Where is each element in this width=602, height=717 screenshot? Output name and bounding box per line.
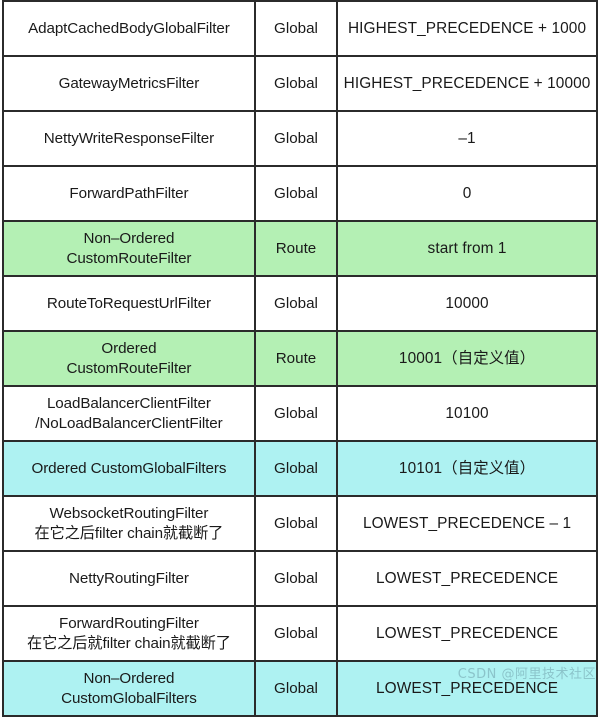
table-row: Ordered CustomRouteFilter Route 10001（自定… xyxy=(2,330,598,387)
cell-filter-order: start from 1 xyxy=(336,220,598,277)
cell-filter-order: LOWEST_PRECEDENCE xyxy=(336,550,598,607)
cell-filter-name: ForwardRoutingFilter 在它之后就filter chain就截… xyxy=(2,605,256,662)
cell-filter-order: 0 xyxy=(336,165,598,222)
cell-filter-order: 10000 xyxy=(336,275,598,332)
table-row: NettyWriteResponseFilter Global –1 xyxy=(2,110,598,167)
table-row: NettyRoutingFilter Global LOWEST_PRECEDE… xyxy=(2,550,598,607)
cell-filter-name: ForwardPathFilter xyxy=(2,165,256,222)
cell-filter-order: –1 xyxy=(336,110,598,167)
cell-filter-scope: Global xyxy=(253,660,339,717)
cell-filter-scope: Route xyxy=(253,220,339,277)
cell-filter-name: NettyRoutingFilter xyxy=(2,550,256,607)
cell-filter-scope: Global xyxy=(253,55,339,112)
table-row: Ordered CustomGlobalFilters Global 10101… xyxy=(2,440,598,497)
filter-order-table-container: AdaptCachedBodyGlobalFilter Global HIGHE… xyxy=(0,0,602,717)
cell-filter-name: GatewayMetricsFilter xyxy=(2,55,256,112)
cell-filter-name: RouteToRequestUrlFilter xyxy=(2,275,256,332)
cell-filter-name: LoadBalancerClientFilter /NoLoadBalancer… xyxy=(2,385,256,442)
table-row: Non–Ordered CustomGlobalFilters Global L… xyxy=(2,660,598,717)
table-body: AdaptCachedBodyGlobalFilter Global HIGHE… xyxy=(2,0,598,717)
table-row: Non–Ordered CustomRouteFilter Route star… xyxy=(2,220,598,277)
filter-order-table: AdaptCachedBodyGlobalFilter Global HIGHE… xyxy=(2,0,598,717)
cell-filter-scope: Global xyxy=(253,0,339,57)
cell-filter-name: Non–Ordered CustomRouteFilter xyxy=(2,220,256,277)
cell-filter-name: AdaptCachedBodyGlobalFilter xyxy=(2,0,256,57)
table-row: WebsocketRoutingFilter 在它之后filter chain就… xyxy=(2,495,598,552)
cell-filter-name: WebsocketRoutingFilter 在它之后filter chain就… xyxy=(2,495,256,552)
cell-filter-scope: Global xyxy=(253,440,339,497)
cell-filter-order: 10001（自定义值） xyxy=(336,330,598,387)
cell-filter-order: LOWEST_PRECEDENCE – 1 xyxy=(336,495,598,552)
table-row: LoadBalancerClientFilter /NoLoadBalancer… xyxy=(2,385,598,442)
cell-filter-scope: Route xyxy=(253,330,339,387)
cell-filter-scope: Global xyxy=(253,110,339,167)
table-row: GatewayMetricsFilter Global HIGHEST_PREC… xyxy=(2,55,598,112)
table-row: ForwardRoutingFilter 在它之后就filter chain就截… xyxy=(2,605,598,662)
cell-filter-scope: Global xyxy=(253,165,339,222)
cell-filter-name: Ordered CustomRouteFilter xyxy=(2,330,256,387)
cell-filter-order: LOWEST_PRECEDENCE xyxy=(336,605,598,662)
cell-filter-scope: Global xyxy=(253,385,339,442)
cell-filter-name: Ordered CustomGlobalFilters xyxy=(2,440,256,497)
table-row: ForwardPathFilter Global 0 xyxy=(2,165,598,222)
cell-filter-order: 10101（自定义值） xyxy=(336,440,598,497)
cell-filter-order: 10100 xyxy=(336,385,598,442)
cell-filter-scope: Global xyxy=(253,605,339,662)
cell-filter-name: Non–Ordered CustomGlobalFilters xyxy=(2,660,256,717)
cell-filter-scope: Global xyxy=(253,495,339,552)
cell-filter-name: NettyWriteResponseFilter xyxy=(2,110,256,167)
cell-filter-order: HIGHEST_PRECEDENCE + 10000 xyxy=(336,55,598,112)
cell-filter-order: HIGHEST_PRECEDENCE + 1000 xyxy=(336,0,598,57)
cell-filter-scope: Global xyxy=(253,275,339,332)
table-row: AdaptCachedBodyGlobalFilter Global HIGHE… xyxy=(2,0,598,57)
table-row: RouteToRequestUrlFilter Global 10000 xyxy=(2,275,598,332)
cell-filter-scope: Global xyxy=(253,550,339,607)
cell-filter-order: LOWEST_PRECEDENCE xyxy=(336,660,598,717)
